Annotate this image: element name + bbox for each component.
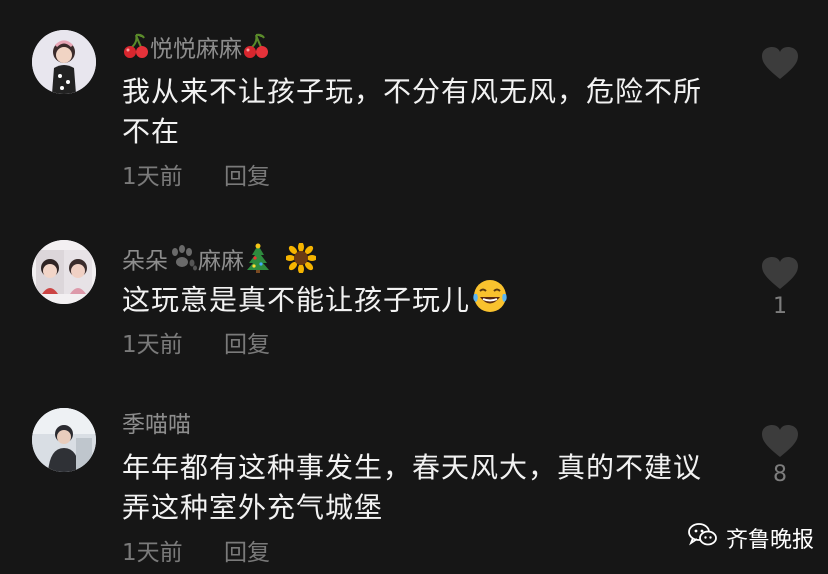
like-button[interactable]: 1: [760, 256, 800, 320]
avatar[interactable]: [32, 30, 96, 94]
cherries-icon: [242, 32, 270, 68]
heart-icon: [762, 257, 798, 289]
comment-text: 我从来不让孩子玩，不分有风无风，危险不所不在: [122, 75, 703, 148]
username[interactable]: 朵朵 麻麻: [122, 242, 317, 281]
comment-text: 年年都有这种事发生，春天风大，真的不建议弄这种室外充气城堡: [122, 451, 703, 524]
like-count: 8: [773, 462, 787, 487]
cherries-icon: [122, 32, 150, 68]
publisher-watermark: 齐鲁晚报: [688, 522, 814, 554]
publisher-name: 齐鲁晚报: [726, 528, 815, 553]
reply-button[interactable]: 回复: [224, 540, 270, 566]
christmas-tree-icon: [244, 243, 272, 281]
comment-meta: 1天前 回复: [122, 162, 304, 192]
comment-meta: 1天前 回复: [122, 330, 304, 360]
laughing-crying-emoji: [472, 278, 508, 325]
timestamp: 1天前: [122, 332, 183, 358]
heart-icon: [762, 425, 798, 457]
reply-button[interactable]: 回复: [224, 164, 270, 190]
like-button[interactable]: [760, 46, 800, 84]
wechat-icon: [688, 522, 718, 554]
username[interactable]: 季喵喵: [122, 410, 191, 440]
username-text-part1: 朵朵: [122, 248, 168, 275]
comment-text: 这玩意是真不能让孩子玩儿: [122, 278, 742, 325]
comment-text-body: 这玩意是真不能让孩子玩儿: [122, 283, 471, 317]
paw-icon: [168, 245, 198, 279]
heart-icon: [762, 47, 798, 79]
username[interactable]: 悦悦麻麻: [122, 32, 270, 68]
timestamp: 1天前: [122, 540, 183, 566]
avatar[interactable]: [32, 408, 96, 472]
like-count: 1: [773, 294, 787, 319]
username-text: 季喵喵: [122, 412, 191, 438]
like-button[interactable]: 8: [760, 424, 800, 488]
username-text-part2: 麻麻: [198, 248, 244, 275]
timestamp: 1天前: [122, 164, 183, 190]
comment-meta: 1天前 回复: [122, 538, 304, 568]
reply-button[interactable]: 回复: [224, 332, 270, 358]
sunflower-icon: [285, 242, 317, 281]
avatar[interactable]: [32, 240, 96, 304]
username-text: 悦悦麻麻: [150, 36, 242, 63]
